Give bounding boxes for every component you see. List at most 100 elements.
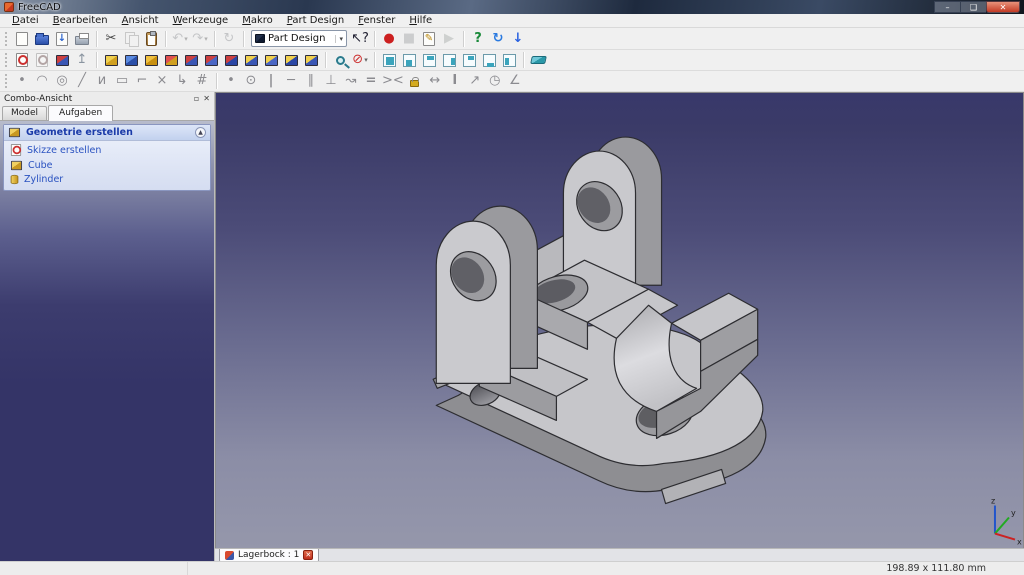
sketch-rectangle-button[interactable]: ▭ xyxy=(112,72,132,90)
toolbar-grip[interactable] xyxy=(5,31,8,46)
sketch-point-button[interactable]: • xyxy=(12,72,32,90)
leave-sketch-button[interactable]: ↥ xyxy=(72,51,92,69)
constraint-angle-button[interactable]: ∠ xyxy=(505,72,525,90)
mirrored-feature-button[interactable] xyxy=(241,51,261,69)
constraint-tangent-button[interactable]: ↝ xyxy=(341,72,361,90)
redo-button[interactable]: ↷ ▾ xyxy=(190,30,210,48)
collapse-section-button[interactable]: ▲ xyxy=(195,127,206,138)
view-right-button[interactable] xyxy=(439,51,459,69)
sketch-construction-mode-button[interactable]: # xyxy=(192,72,212,90)
menu-hilfe[interactable]: Hilfe xyxy=(402,15,439,26)
constraint-vertical-button[interactable]: | xyxy=(261,72,281,90)
fit-all-button[interactable] xyxy=(330,51,350,69)
new-file-button[interactable] xyxy=(12,30,32,48)
paste-button[interactable] xyxy=(141,30,161,48)
bearing-block-model[interactable] xyxy=(432,136,767,505)
view-front-button[interactable] xyxy=(399,51,419,69)
workbench-selector[interactable]: Part Design ▾ xyxy=(251,30,347,47)
sketch-line-button[interactable]: ╱ xyxy=(72,72,92,90)
minimize-button[interactable]: – xyxy=(934,1,960,13)
draw-style-button[interactable] xyxy=(528,51,548,69)
edit-sketch-button[interactable] xyxy=(32,51,52,69)
undo-button[interactable]: ↶ ▾ xyxy=(170,30,190,48)
macro-play-button[interactable]: ▶ xyxy=(439,30,459,48)
document-tab-close-icon[interactable]: ✕ xyxy=(303,550,314,561)
create-sketch-button[interactable] xyxy=(12,51,32,69)
download-update-button[interactable]: ↓ xyxy=(508,30,528,48)
menu-werkzeuge[interactable]: Werkzeuge xyxy=(166,15,236,26)
macro-stop-button[interactable]: ■ xyxy=(399,30,419,48)
draft-button[interactable] xyxy=(221,51,241,69)
linear-pattern-button[interactable] xyxy=(261,51,281,69)
polar-pattern-button[interactable] xyxy=(281,51,301,69)
panel-close-icon[interactable]: ✕ xyxy=(203,94,210,103)
task-cylinder[interactable]: Zylinder xyxy=(4,172,210,186)
cut-button[interactable]: ✂ xyxy=(101,30,121,48)
sketch-arc-button[interactable]: ◠ xyxy=(32,72,52,90)
fillet-button[interactable] xyxy=(181,51,201,69)
task-create-sketch[interactable]: Skizze erstellen xyxy=(4,141,210,158)
constraint-horizontal-button[interactable]: ─ xyxy=(281,72,301,90)
task-cube[interactable]: Cube xyxy=(4,158,210,172)
revolution-button[interactable] xyxy=(141,51,161,69)
menu-ansicht[interactable]: Ansicht xyxy=(115,15,166,26)
pocket-button[interactable] xyxy=(121,51,141,69)
constraint-point-on-object-button[interactable]: ⊙ xyxy=(241,72,261,90)
constraint-radius-button[interactable]: ◷ xyxy=(485,72,505,90)
multi-transform-button[interactable] xyxy=(301,51,321,69)
panel-title-bar[interactable]: Combo-Ansicht ▫ ✕ xyxy=(0,92,214,105)
pad-button[interactable] xyxy=(101,51,121,69)
menu-datei[interactable]: Datei xyxy=(5,15,46,26)
view-top-button[interactable] xyxy=(419,51,439,69)
menu-bearbeiten[interactable]: Bearbeiten xyxy=(46,15,115,26)
close-button[interactable]: ✕ xyxy=(986,1,1020,13)
open-file-button[interactable] xyxy=(32,30,52,48)
constraint-perpendicular-button[interactable]: ⊥ xyxy=(321,72,341,90)
3d-viewport[interactable]: z y x xyxy=(215,92,1024,548)
view-axonometric-button[interactable] xyxy=(379,51,399,69)
constraint-length-button[interactable]: ↗ xyxy=(465,72,485,90)
redo-dropdown-icon[interactable]: ▾ xyxy=(204,35,208,43)
view-bottom-button[interactable] xyxy=(479,51,499,69)
web-refresh-button[interactable]: ↻ xyxy=(488,30,508,48)
panel-float-icon[interactable]: ▫ xyxy=(194,94,199,103)
sketch-trim-button[interactable]: × xyxy=(152,72,172,90)
chamfer-button[interactable] xyxy=(201,51,221,69)
menu-part-design[interactable]: Part Design xyxy=(280,15,351,26)
constraint-equal-button[interactable]: = xyxy=(361,72,381,90)
constraint-symmetric-button[interactable]: >< xyxy=(381,72,405,90)
copy-button[interactable] xyxy=(121,30,141,48)
toolbar-grip[interactable] xyxy=(5,74,8,88)
constraint-coincident-button[interactable]: • xyxy=(221,72,241,90)
save-file-button[interactable]: ↓ xyxy=(52,30,72,48)
sketch-external-geometry-button[interactable]: ↳ xyxy=(172,72,192,90)
constraint-distance-x-button[interactable]: ↔ xyxy=(425,72,445,90)
tab-aufgaben[interactable]: Aufgaben xyxy=(48,105,114,121)
view-rear-button[interactable] xyxy=(459,51,479,69)
print-button[interactable] xyxy=(72,30,92,48)
macro-edit-button[interactable]: ✎ xyxy=(419,30,439,48)
workbench-caret-icon[interactable]: ▾ xyxy=(335,34,343,43)
refresh-button[interactable]: ↻ xyxy=(219,30,239,48)
constraint-lock-button[interactable] xyxy=(405,72,425,90)
menu-makro[interactable]: Makro xyxy=(235,15,280,26)
groove-button[interactable] xyxy=(161,51,181,69)
addon-help-button[interactable]: ? xyxy=(468,30,488,48)
clipping-plane-dropdown-icon[interactable]: ▾ xyxy=(364,56,368,64)
toolbar-grip[interactable] xyxy=(5,53,8,67)
whats-this-button[interactable]: ↖? xyxy=(350,30,370,48)
clipping-plane-button[interactable]: ⊘ ▾ xyxy=(350,51,370,69)
constraint-distance-y-button[interactable]: I xyxy=(445,72,465,90)
undo-dropdown-icon[interactable]: ▾ xyxy=(184,35,188,43)
menu-fenster[interactable]: Fenster xyxy=(351,15,402,26)
maximize-button[interactable]: ❑ xyxy=(960,1,986,13)
sketch-polyline-button[interactable]: и xyxy=(92,72,112,90)
macro-record-button[interactable]: ● xyxy=(379,30,399,48)
task-section-header[interactable]: Geometrie erstellen ▲ xyxy=(4,125,210,141)
tab-model[interactable]: Model xyxy=(2,106,48,120)
constraint-parallel-button[interactable]: ∥ xyxy=(301,72,321,90)
sketch-circle-button[interactable]: ◎ xyxy=(52,72,72,90)
map-sketch-to-face-button[interactable] xyxy=(52,51,72,69)
view-left-button[interactable] xyxy=(499,51,519,69)
sketch-fillet-button[interactable]: ⌐ xyxy=(132,72,152,90)
